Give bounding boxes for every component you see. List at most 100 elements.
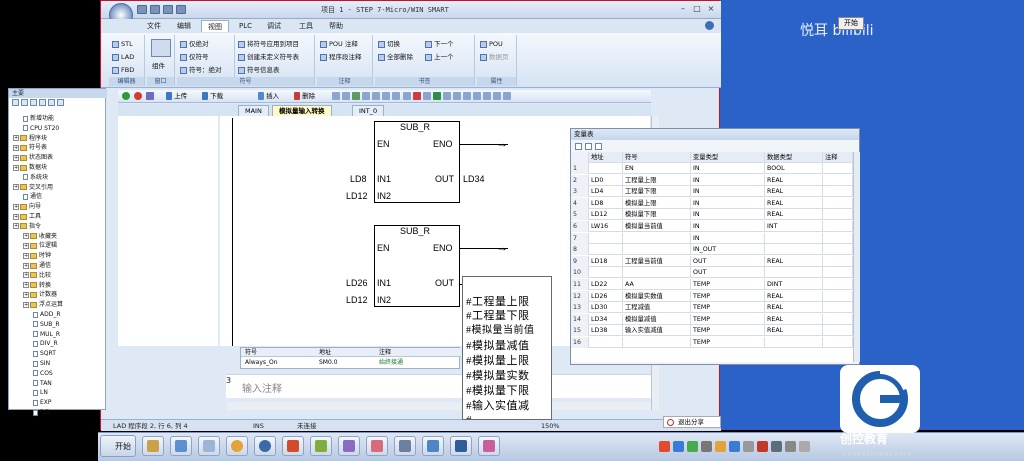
tray-icon[interactable] <box>743 441 754 452</box>
menu-view[interactable]: 视图 <box>201 20 229 32</box>
table-cell[interactable]: REAL <box>765 313 823 325</box>
menu-help[interactable]: 帮助 <box>323 20 349 32</box>
table-cell[interactable] <box>823 232 853 244</box>
tray-icon[interactable] <box>757 441 768 452</box>
expand-icon[interactable]: + <box>13 154 19 161</box>
tree-item[interactable]: + 程序块 <box>13 135 47 143</box>
table-cell[interactable]: TEMP <box>691 302 765 314</box>
table-cell[interactable] <box>765 267 823 279</box>
table-cell[interactable]: REAL <box>765 186 823 198</box>
table-cell[interactable] <box>823 302 853 314</box>
autocomplete-item[interactable]: #模拟量实数 <box>466 369 530 383</box>
download-button[interactable]: 下载 <box>202 92 223 101</box>
table-cell[interactable]: TEMP <box>691 337 765 348</box>
table-cell[interactable]: IN <box>691 232 765 244</box>
minimize-icon[interactable]: – <box>677 4 689 15</box>
table-row[interactable]: 16 TEMP <box>571 337 853 348</box>
table-cell[interactable]: LD8 <box>589 197 623 209</box>
table-cell[interactable]: 2 <box>571 174 589 186</box>
maximize-icon[interactable]: □ <box>691 4 703 15</box>
table-cell[interactable]: 模拟量上限 <box>623 197 691 209</box>
table-row[interactable]: 5 LD12 模拟量下限 IN REAL <box>571 209 853 221</box>
table-cell[interactable] <box>823 337 853 348</box>
tree-item[interactable]: + 数据块 <box>13 164 47 172</box>
table-cell[interactable]: LD4 <box>589 186 623 198</box>
expand-icon[interactable]: + <box>23 262 29 269</box>
open-icon[interactable] <box>150 5 160 14</box>
table-cell[interactable]: LD30 <box>589 302 623 314</box>
table-cell[interactable] <box>589 244 623 256</box>
tree-tool-icon[interactable] <box>12 99 19 106</box>
table-cell[interactable]: 5 <box>571 209 589 221</box>
tree-item[interactable]: SUB_R <box>33 321 60 329</box>
taskbar-app-icon[interactable] <box>422 436 444 456</box>
tree-item[interactable]: 系统块 <box>23 174 48 182</box>
delete-button[interactable]: 删除 <box>294 92 315 101</box>
table-cell[interactable]: LD12 <box>589 209 623 221</box>
expand-icon[interactable]: + <box>13 164 19 171</box>
menu-file[interactable]: 文件 <box>141 20 167 32</box>
tray-icon[interactable] <box>785 441 796 452</box>
table-cell[interactable]: 模拟量当前值 <box>623 221 691 232</box>
table-row[interactable]: 7 IN <box>571 232 853 244</box>
table-cell[interactable] <box>823 197 853 209</box>
table-row[interactable]: 6 LW16 模拟量当前值 IN INT <box>571 221 853 232</box>
table-row[interactable]: 3 LD4 工程量下限 IN REAL <box>571 186 853 198</box>
comment-placeholder[interactable]: 输入注释 <box>242 380 282 395</box>
tree-item[interactable]: + 通信 <box>23 262 51 270</box>
tab-analog-convert[interactable]: 模拟量输入转换 <box>272 105 332 116</box>
table-cell[interactable]: 8 <box>571 244 589 256</box>
table-cell[interactable]: INT <box>765 221 823 232</box>
table-cell[interactable]: 11 <box>571 279 589 290</box>
upload-button[interactable]: 上传 <box>166 92 187 101</box>
table-cell[interactable]: OUT <box>691 255 765 267</box>
tree-item[interactable]: LN <box>33 389 48 397</box>
tree-item[interactable]: ADD_R <box>33 311 61 319</box>
table-cell[interactable] <box>765 244 823 256</box>
compile-icon[interactable] <box>146 92 154 101</box>
table-cell[interactable]: REAL <box>765 255 823 267</box>
expand-icon[interactable]: + <box>13 144 19 151</box>
table-cell[interactable]: IN <box>691 197 765 209</box>
taskbar-app-icon[interactable] <box>226 436 248 456</box>
tree-item[interactable]: SIN <box>33 360 50 368</box>
table-cell[interactable]: 输入实值减值 <box>623 325 691 337</box>
symbol-only-button[interactable]: 仅符号 <box>180 52 209 62</box>
table-cell[interactable]: IN_OUT <box>691 244 765 256</box>
menu-tools[interactable]: 工具 <box>293 20 319 32</box>
table-cell[interactable]: 16 <box>571 337 589 348</box>
out-operand[interactable]: LD34 <box>463 174 485 184</box>
tree-item[interactable]: + 浮点运算 <box>23 301 63 309</box>
table-cell[interactable]: TEMP <box>691 313 765 325</box>
table-cell[interactable]: IN <box>691 174 765 186</box>
table-cell[interactable]: REAL <box>765 209 823 221</box>
tree-item[interactable]: EXP <box>33 399 52 407</box>
table-cell[interactable]: 模拟量下限 <box>623 209 691 221</box>
table-cell[interactable]: 工程量上限 <box>623 174 691 186</box>
exit-share-button[interactable]: 退出分享 <box>663 416 721 428</box>
lad-button[interactable]: LAD <box>112 52 134 62</box>
table-cell[interactable] <box>589 267 623 279</box>
table-cell[interactable] <box>823 244 853 256</box>
table-cell[interactable]: REAL <box>765 197 823 209</box>
table-cell[interactable] <box>765 232 823 244</box>
expand-icon[interactable]: + <box>13 203 19 210</box>
taskbar-app-icon[interactable] <box>310 436 332 456</box>
taskbar-app-icon[interactable] <box>170 436 192 456</box>
table-cell[interactable]: TEMP <box>691 290 765 302</box>
table-cell[interactable]: LD38 <box>589 325 623 337</box>
table-row[interactable]: 11 LD22 AA TEMP DINT <box>571 279 853 290</box>
tree-item[interactable]: DIV_R <box>33 340 58 348</box>
share-start-button[interactable]: 开始 <box>838 17 864 30</box>
table-row[interactable]: 13 LD30 工程减值 TEMP REAL <box>571 302 853 314</box>
taskbar-app-icon[interactable] <box>338 436 360 456</box>
close-icon[interactable]: × <box>705 4 717 15</box>
table-cell[interactable]: 工程减值 <box>623 302 691 314</box>
tree-tool-icon[interactable] <box>30 99 37 106</box>
table-cell[interactable]: LW16 <box>589 221 623 232</box>
table-cell[interactable]: 13 <box>571 302 589 314</box>
delete-all-bookmarks-button[interactable]: 全部删除 <box>378 52 413 62</box>
create-undefined-button[interactable]: 创建未定义符号表 <box>238 52 299 62</box>
table-cell[interactable]: BOOL <box>765 163 823 174</box>
stop-icon[interactable] <box>134 92 142 101</box>
